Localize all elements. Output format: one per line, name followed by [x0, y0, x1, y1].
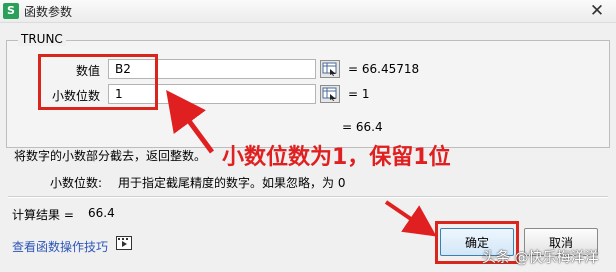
- watermark: 头条 @快乐梅洋洋: [482, 250, 599, 266]
- annotation-arrows: [166, 89, 437, 237]
- arrow-to-args: [166, 89, 215, 154]
- arrow-to-ok: [384, 200, 437, 237]
